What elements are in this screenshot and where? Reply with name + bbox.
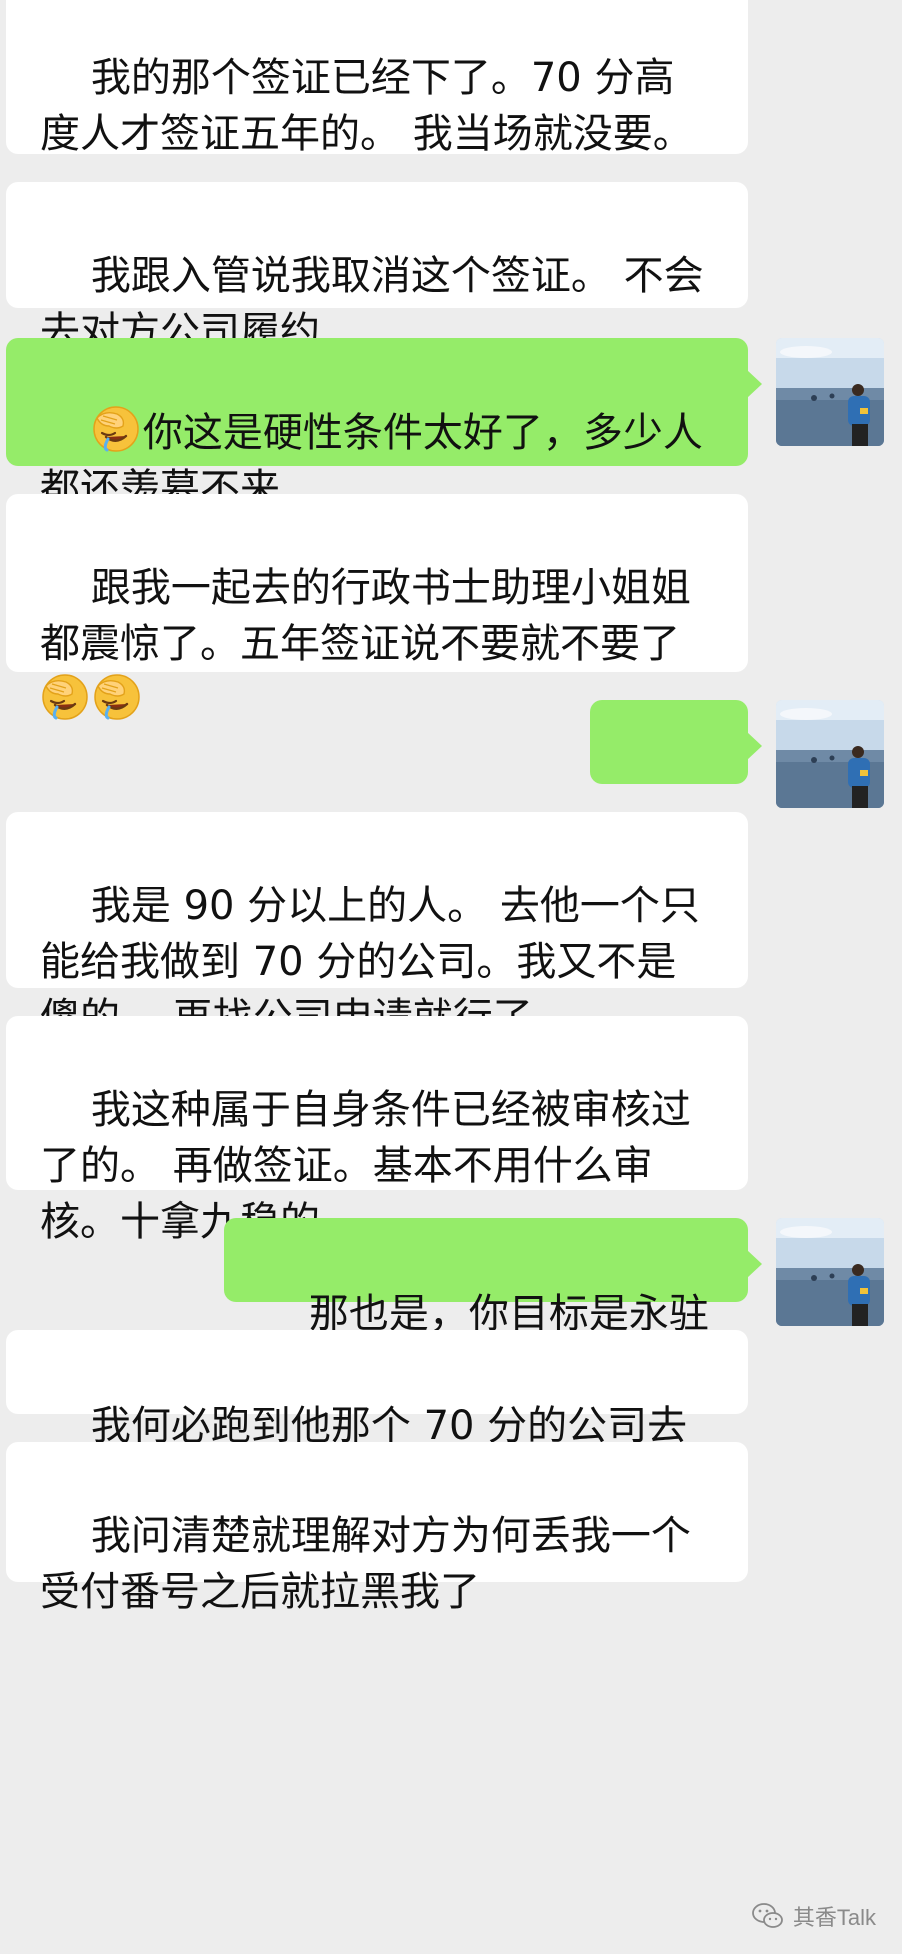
message-bubble-incoming[interactable]: 我问清楚就理解对方为何丢我一个受付番号之后就拉黑我了: [6, 1442, 748, 1615]
avatar[interactable]: [776, 1218, 884, 1326]
message-bubble-incoming[interactable]: 我跟入管说我取消这个签证。 不会去对方公司履约: [6, 182, 748, 355]
watermark-text: 其香Talk: [792, 1905, 876, 1930]
message-bubble-incoming[interactable]: 我这种属于自身条件已经被审核过了的。 再做签证。基本不用什么审核。十拿九稳的: [6, 1016, 748, 1245]
message-bubble-incoming[interactable]: 我的那个签证已经下了。70 分高度人才签证五年的。 我当场就没要。: [6, 0, 748, 157]
avatar-image: [776, 700, 884, 808]
chat-area: 我的那个签证已经下了。70 分高度人才签证五年的。 我当场就没要。 我跟入管说我…: [0, 0, 902, 1954]
facepalm-emoji: [92, 672, 142, 722]
avatar-image: [776, 1218, 884, 1326]
message-text: 我的那个签证已经下了。70 分高度人才签证五年的。 我当场就没要。: [40, 55, 693, 157]
avatar-image: [776, 338, 884, 446]
message-bubble-incoming[interactable]: 我是 90 分以上的人。 去他一个只能给我做到 70 分的公司。我又不是傻的。 …: [6, 812, 748, 1041]
message-text: 我问清楚就理解对方为何丢我一个受付番号之后就拉黑我了: [40, 1513, 691, 1615]
message-bubble-incoming[interactable]: 跟我一起去的行政书士助理小姐姐都震惊了。五年签证说不要就不要了: [6, 494, 748, 672]
message-bubble-incoming[interactable]: 我何必跑到他那个 70 分的公司去: [6, 1330, 748, 1449]
facepalm-emoji: [91, 404, 141, 454]
avatar[interactable]: [776, 338, 884, 446]
message-bubble-outgoing[interactable]: 那也是，你目标是永驻: [224, 1218, 762, 1337]
wechat-icon: [751, 1903, 783, 1928]
message-text: 跟我一起去的行政书士助理小姐姐都震惊了。五年签证说不要就不要了: [40, 565, 691, 667]
avatar[interactable]: [776, 700, 884, 808]
message-bubble-outgoing[interactable]: 你这是硬性条件太好了，多少人都还羡慕不来: [6, 338, 762, 512]
watermark: 其香Talk: [751, 1900, 876, 1932]
facepalm-emoji: [40, 672, 90, 722]
message-bubble-outgoing[interactable]: 是啊: [590, 700, 762, 875]
